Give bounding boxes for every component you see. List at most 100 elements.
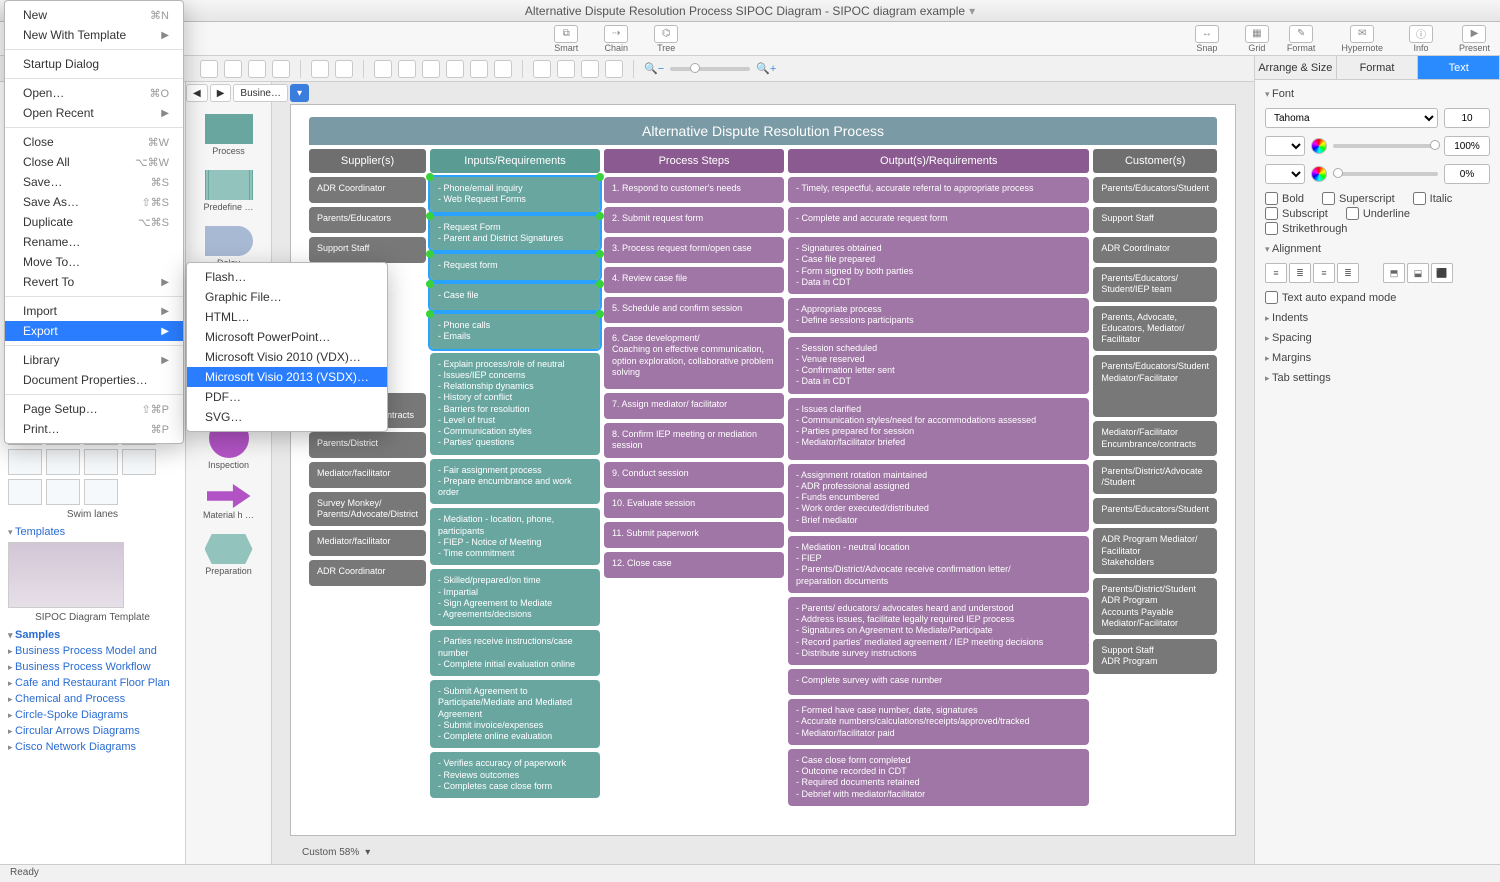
tool-rect[interactable] bbox=[335, 60, 353, 78]
file-menu[interactable]: New⌘NNew With Template▶Startup DialogOpe… bbox=[4, 0, 184, 444]
tool-smart[interactable]: ⧉Smart bbox=[554, 25, 578, 53]
align-justify[interactable]: ≣ bbox=[1337, 263, 1359, 283]
tool-format[interactable]: ✎Format bbox=[1287, 25, 1316, 53]
library-link[interactable]: Cafe and Restaurant Floor Plan bbox=[8, 675, 177, 691]
tool-line[interactable] bbox=[224, 60, 242, 78]
section-margins[interactable]: Margins bbox=[1265, 352, 1490, 364]
tool-chain[interactable]: ⇢Chain bbox=[604, 25, 628, 53]
check-italic[interactable]: Italic bbox=[1413, 192, 1453, 205]
valign-bottom[interactable]: ⬛ bbox=[1431, 263, 1453, 283]
diagram-cell[interactable]: 11. Submit paperwork bbox=[604, 522, 784, 548]
diagram-cell[interactable]: Parents/Educators/ Student/IEP team bbox=[1093, 267, 1217, 302]
diagram-cell[interactable]: - Phone/email inquiry - Web Request Form… bbox=[430, 177, 600, 212]
section-indents[interactable]: Indents bbox=[1265, 312, 1490, 324]
diagram-cell[interactable]: - Mediation - location, phone, participa… bbox=[430, 508, 600, 565]
zoom-out-icon[interactable]: 🔍− bbox=[644, 62, 664, 75]
diagram-cell[interactable]: Parents/Educators/Student bbox=[1093, 498, 1217, 524]
diagram-cell[interactable]: - Complete and accurate request form bbox=[788, 207, 1089, 233]
shape-process[interactable] bbox=[205, 114, 253, 144]
shape-prep[interactable] bbox=[205, 534, 253, 564]
menu-item[interactable]: Close All⌥⌘W bbox=[5, 152, 183, 172]
check-subscript[interactable]: Subscript bbox=[1265, 207, 1328, 220]
section-spacing[interactable]: Spacing bbox=[1265, 332, 1490, 344]
tool-info[interactable]: ⓘInfo bbox=[1409, 25, 1433, 53]
diagram-cell[interactable]: Parents/Educators/Student Mediator/Facil… bbox=[1093, 355, 1217, 417]
opacity-slider-2[interactable] bbox=[1333, 172, 1438, 176]
tab-arrange[interactable]: Arrange & Size bbox=[1255, 56, 1337, 79]
breadcrumb-dropdown[interactable]: ▾ bbox=[290, 84, 309, 102]
menu-item[interactable]: Duplicate⌥⌘S bbox=[5, 212, 183, 232]
diagram-cell[interactable]: Parents/Educators bbox=[309, 207, 426, 233]
diagram-cell[interactable]: - Assignment rotation maintained - ADR p… bbox=[788, 464, 1089, 532]
diagram-cell[interactable]: - Session scheduled - Venue reserved - C… bbox=[788, 337, 1089, 394]
diagram-cell[interactable]: - Formed have case number, date, signatu… bbox=[788, 699, 1089, 745]
diagram-cell[interactable]: - Verifies accuracy of paperwork - Revie… bbox=[430, 752, 600, 798]
menu-item[interactable]: Startup Dialog bbox=[5, 54, 183, 74]
library-link[interactable]: Circle-Spoke Diagrams bbox=[8, 707, 177, 723]
check-bold[interactable]: Bold bbox=[1265, 192, 1304, 205]
tool-tree[interactable]: ⌬Tree bbox=[654, 25, 678, 53]
diagram-cell[interactable]: - Timely, respectful, accurate referral … bbox=[788, 177, 1089, 203]
submenu-item[interactable]: Graphic File… bbox=[187, 287, 387, 307]
breadcrumb-item[interactable]: Busine… bbox=[233, 84, 288, 102]
align-center[interactable]: ≣ bbox=[1289, 263, 1311, 283]
zoom-readout[interactable]: Custom 58%▾ bbox=[302, 847, 376, 858]
menu-item[interactable]: Move To… bbox=[5, 252, 183, 272]
diagram-cell[interactable]: ADR Coordinator bbox=[309, 177, 426, 203]
diagram-cell[interactable]: Parents/Educators/Student bbox=[1093, 177, 1217, 203]
diagram-cell[interactable]: - Parties receive instructions/case numb… bbox=[430, 630, 600, 676]
diagram-cell[interactable]: ADR Coordinator bbox=[1093, 237, 1217, 263]
diagram-cell[interactable]: ADR Program Mediator/ Facilitator Stakeh… bbox=[1093, 528, 1217, 574]
diagram-cell[interactable]: - Submit Agreement to Participate/Mediat… bbox=[430, 680, 600, 748]
diagram-cell[interactable]: 5. Schedule and confirm session bbox=[604, 297, 784, 323]
submenu-item[interactable]: Microsoft Visio 2010 (VDX)… bbox=[187, 347, 387, 367]
check-underline[interactable]: Underline bbox=[1346, 207, 1410, 220]
export-submenu[interactable]: Flash…Graphic File…HTML…Microsoft PowerP… bbox=[186, 262, 388, 432]
menu-item[interactable]: Revert To▶ bbox=[5, 272, 183, 292]
align-right[interactable]: ≡ bbox=[1313, 263, 1335, 283]
valign-top[interactable]: ⬒ bbox=[1383, 263, 1405, 283]
menu-item[interactable]: Save…⌘S bbox=[5, 172, 183, 192]
diagram-canvas[interactable]: Alternative Dispute Resolution Process S… bbox=[290, 104, 1236, 836]
tool-snap[interactable]: ↔Snap bbox=[1195, 25, 1219, 53]
tool-erase[interactable] bbox=[605, 60, 623, 78]
font-name-select[interactable]: Tahoma bbox=[1265, 108, 1438, 128]
template-thumb[interactable] bbox=[8, 542, 177, 608]
tool-pointer[interactable] bbox=[200, 60, 218, 78]
menu-item[interactable]: Rename… bbox=[5, 232, 183, 252]
colorwell-2[interactable] bbox=[1311, 166, 1327, 182]
diagram-cell[interactable]: 4. Review case file bbox=[604, 267, 784, 293]
diagram-cell[interactable]: 2. Submit request form bbox=[604, 207, 784, 233]
diagram-cell[interactable]: Mediator/facilitator bbox=[309, 462, 426, 488]
diagram-cell[interactable]: - Case close form completed - Outcome re… bbox=[788, 749, 1089, 806]
diagram-cell[interactable]: - Request form bbox=[430, 254, 600, 280]
shape-arrow[interactable] bbox=[207, 484, 251, 508]
diagram-cell[interactable]: 3. Process request form/open case bbox=[604, 237, 784, 263]
tool-eyedrop[interactable] bbox=[581, 60, 599, 78]
tool-pen[interactable] bbox=[248, 60, 266, 78]
menu-item[interactable]: Export▶ bbox=[5, 321, 183, 341]
shape-delay[interactable] bbox=[205, 226, 253, 256]
diagram-cell[interactable]: Mediator/facilitator bbox=[309, 530, 426, 556]
tool-text[interactable] bbox=[311, 60, 329, 78]
opacity-value-2[interactable] bbox=[1444, 164, 1490, 184]
diagram-cell[interactable]: Parents/District/Student ADR Program Acc… bbox=[1093, 578, 1217, 635]
submenu-item[interactable]: Microsoft PowerPoint… bbox=[187, 327, 387, 347]
diagram-cell[interactable]: Parents, Advocate, Educators, Mediator/ … bbox=[1093, 306, 1217, 352]
tool-hand[interactable] bbox=[557, 60, 575, 78]
diagram-cell[interactable]: 6. Case development/ Coaching on effecti… bbox=[604, 327, 784, 389]
diagram-cell[interactable]: Mediator/Facilitator Encumbrance/contrac… bbox=[1093, 421, 1217, 456]
diagram-cell[interactable]: 8. Confirm IEP meeting or mediation sess… bbox=[604, 423, 784, 458]
diagram-cell[interactable]: - Complete survey with case number bbox=[788, 669, 1089, 695]
library-link[interactable]: Business Process Model and bbox=[8, 643, 177, 659]
tool-zoom[interactable] bbox=[533, 60, 551, 78]
tool-hypernote[interactable]: ✉Hypernote bbox=[1341, 25, 1383, 53]
tool-rotate[interactable] bbox=[374, 60, 392, 78]
menu-item[interactable]: New⌘N bbox=[5, 5, 183, 25]
tab-format[interactable]: Format bbox=[1337, 56, 1419, 79]
library-link[interactable]: Business Process Workflow bbox=[8, 659, 177, 675]
section-font[interactable]: Font bbox=[1265, 88, 1490, 100]
zoom-slider[interactable] bbox=[670, 67, 750, 71]
diagram-cell[interactable]: - Signatures obtained - Case file prepar… bbox=[788, 237, 1089, 294]
shape-predef[interactable] bbox=[205, 170, 253, 200]
